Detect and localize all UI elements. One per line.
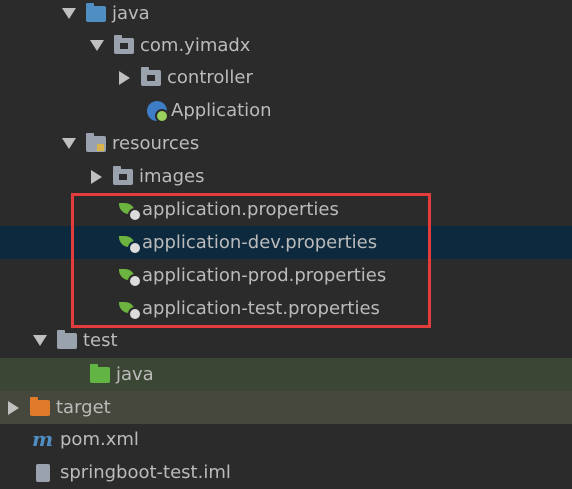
resources-folder-icon <box>86 132 106 152</box>
tree-item-label: Application <box>171 100 272 121</box>
tree-item-label: pom.xml <box>60 429 139 450</box>
tree-item-label: springboot-test.iml <box>60 462 231 483</box>
iml-file-icon <box>36 463 50 482</box>
expand-arrow-icon[interactable] <box>90 40 104 51</box>
tree-item-label: java <box>112 3 150 24</box>
package-icon <box>141 66 161 86</box>
collapse-arrow-icon[interactable] <box>119 70 130 85</box>
tree-row-resources[interactable]: resources <box>0 127 572 160</box>
tree-row-test-java[interactable]: java <box>0 358 572 391</box>
collapse-arrow-icon[interactable] <box>91 169 102 184</box>
tree-item-label: java <box>116 364 154 385</box>
tree-row-com-yimadx[interactable]: com.yimadx <box>0 29 572 62</box>
tree-row-images[interactable]: images <box>0 160 572 193</box>
package-icon <box>114 34 134 54</box>
tree-item-label: resources <box>112 133 200 154</box>
tree-item-label: controller <box>167 67 253 88</box>
tree-row-application[interactable]: Application <box>0 94 572 127</box>
expand-arrow-icon[interactable] <box>62 8 76 19</box>
tree-row-java[interactable]: java <box>0 0 572 30</box>
tree-item-label: com.yimadx <box>140 35 251 56</box>
tree-row-target[interactable]: target <box>0 391 572 424</box>
spring-boot-application-icon <box>147 100 169 123</box>
collapse-arrow-icon[interactable] <box>8 400 19 415</box>
tree-item-label: images <box>139 166 205 187</box>
tree-row-controller[interactable]: controller <box>0 61 572 94</box>
highlight-box <box>71 193 431 328</box>
excluded-folder-icon <box>30 396 50 416</box>
tree-row-iml[interactable]: springboot-test.iml <box>0 456 572 489</box>
test-folder-icon <box>90 363 110 383</box>
expand-arrow-icon[interactable] <box>33 335 47 346</box>
tree-row-test[interactable]: test <box>0 324 572 357</box>
folder-icon <box>113 165 133 185</box>
maven-icon: m <box>32 427 54 451</box>
tree-item-label: target <box>56 397 111 418</box>
folder-icon <box>57 329 77 349</box>
expand-arrow-icon[interactable] <box>62 138 76 149</box>
folder-icon <box>86 2 106 22</box>
tree-item-label: test <box>83 330 118 351</box>
tree-row-pom-xml[interactable]: m pom.xml <box>0 423 572 456</box>
